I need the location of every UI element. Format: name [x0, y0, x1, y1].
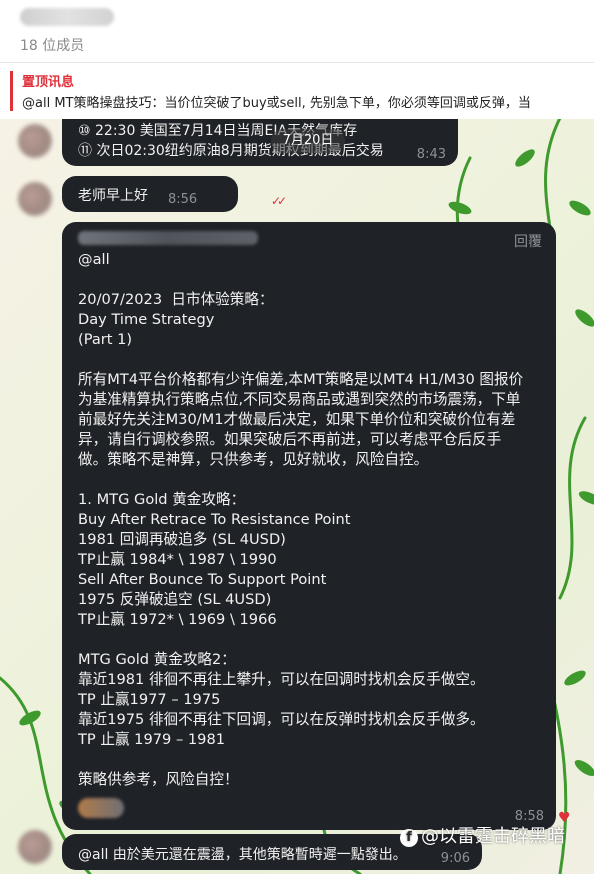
strategy-line: 为基准精算执行策略点位,不同交易商品或遇到突然的市场震荡，下单 [78, 391, 521, 408]
strategy-body: @all 20/07/2023 日市体验策略： Day Time Strateg… [78, 250, 548, 790]
strategy-line [78, 630, 548, 650]
strategy-line: 异，请自行调校参照。如果突破后不再前进，可以考虑平仓后反手 [78, 431, 502, 448]
strategy-line: 前最好先关注M30/M1才做最后决定，如果下单价位和突破价位有差 [78, 411, 516, 428]
avatar[interactable] [18, 182, 52, 216]
strategy-line: 靠近1981 徘徊不再往上攀升，可以在回调时找机会反手做空。 [78, 671, 485, 688]
strategy-line: Sell After Bounce To Support Point [78, 571, 327, 588]
strategy-line [78, 270, 548, 290]
chat-header[interactable]: 18 位成员 [0, 0, 594, 62]
strategy-line: TP 止赢1977 – 1975 [78, 691, 221, 708]
pinned-title: 置顶讯息 [22, 75, 75, 90]
avatar[interactable] [18, 124, 52, 158]
avatar[interactable] [18, 830, 52, 864]
message-text: 老师早上好 [78, 188, 148, 204]
message-time: 9:06 [440, 851, 470, 866]
reaction-chip[interactable] [78, 798, 124, 818]
pinned-accent-bar [10, 71, 13, 111]
strategy-line: @all [78, 251, 110, 268]
strategy-line: 1975 反弹破追空 (SL 4USD) [78, 591, 272, 608]
strategy-line: MTG Gold 黄金攻略2： [78, 651, 236, 668]
facebook-icon: f [400, 829, 418, 847]
pinned-text: @all MT策略操盘技巧：当价位突破了buy或sell, 先别急下单，你必须等… [22, 96, 531, 111]
message-time: 8:43 [416, 147, 446, 162]
sender-name-redacted [78, 231, 258, 245]
strategy-line: TP止赢 1972* \ 1969 \ 1966 [78, 611, 277, 628]
strategy-line: 做。策略不是神算，只供参考，见好就收，风险自控。 [78, 451, 429, 468]
strategy-line [78, 470, 548, 490]
watermark: f @以雷霆击碎黑暗 [400, 822, 565, 848]
date-separator: 7月20日 [271, 129, 345, 153]
message-time: 8:56 [168, 192, 198, 207]
group-name-redacted [20, 8, 114, 26]
strategy-line: 1981 回调再破追多 (SL 4USD) [78, 531, 286, 548]
message-bubble-strategy[interactable]: 回覆 @all 20/07/2023 日市体验策略： Day Time Stra… [62, 222, 556, 830]
message-bubble-greeting[interactable]: 老师早上好 8:56 ✓✓ [62, 176, 287, 212]
read-receipt-icon: ✓✓ [271, 194, 287, 208]
strategy-line: TP止赢 1984* \ 1987 \ 1990 [78, 551, 277, 568]
strategy-line: 策略供参考，风险自控！ [78, 771, 239, 788]
strategy-line: 靠近1975 徘徊不再往下回调，可以在反弹时找机会反手做多。 [78, 711, 485, 728]
strategy-line: 1. MTG Gold 黄金攻略： [78, 491, 246, 508]
watermark-text: @以雷霆击碎黑暗 [421, 826, 565, 847]
strategy-line: Buy After Retrace To Resistance Point [78, 511, 351, 528]
strategy-line: Day Time Strategy [78, 311, 215, 328]
strategy-line: 所有MT4平台价格都有少许偏差,本MT策略是以MT4 H1/M30 图报价 [78, 371, 524, 388]
strategy-line: TP 止赢 1979 – 1981 [78, 731, 226, 748]
reply-button[interactable]: 回覆 [514, 231, 542, 251]
strategy-line [78, 750, 548, 770]
strategy-line: (Part 1) [78, 331, 133, 348]
pinned-message[interactable]: 置顶讯息 @all MT策略操盘技巧：当价位突破了buy或sell, 先别急下单… [0, 62, 594, 119]
message-text: @all 由於美元還在震盪，其他策略暫時遲一點發出。 [78, 847, 407, 863]
strategy-line: 20/07/2023 日市体验策略： [78, 291, 274, 308]
strategy-line [78, 350, 548, 370]
member-count: 18 位成员 [20, 38, 85, 54]
